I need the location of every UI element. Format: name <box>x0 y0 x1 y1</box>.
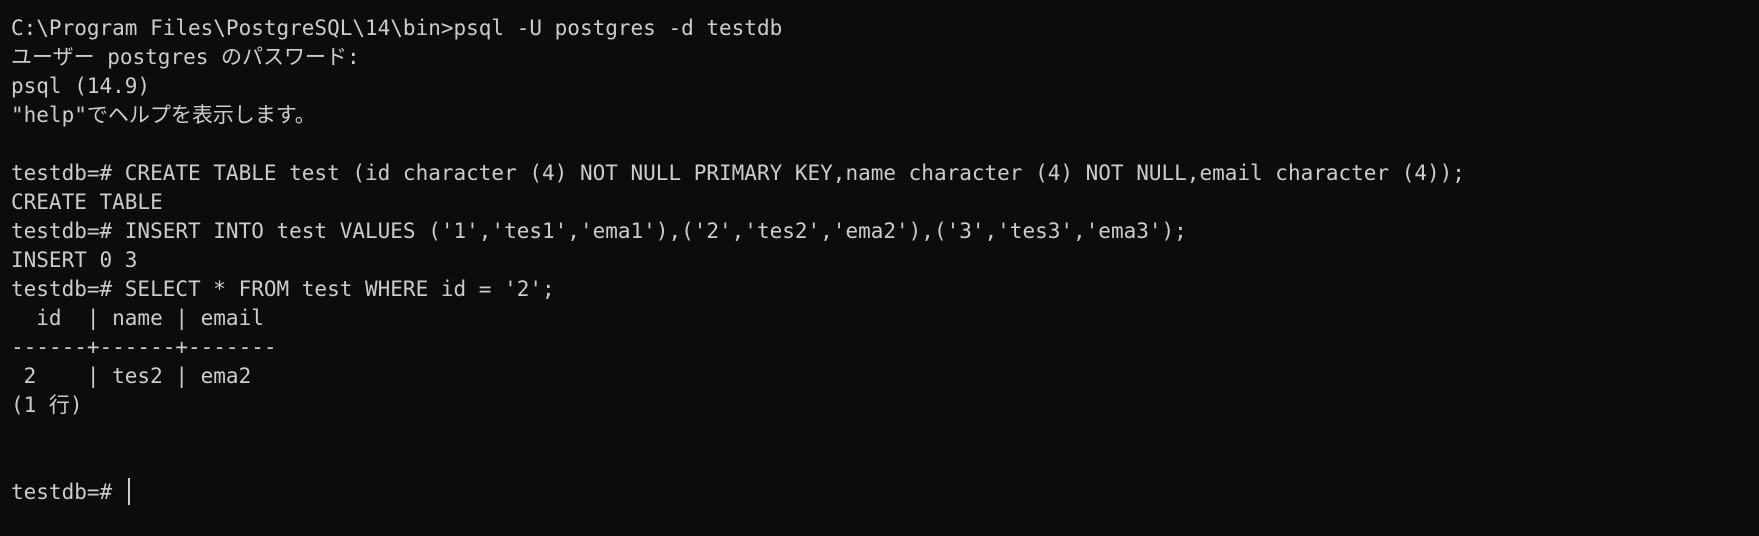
result-row: 2 | tes2 | ema2 <box>11 364 252 388</box>
insert-command: testdb=# INSERT INTO test VALUES ('1','t… <box>11 219 1187 243</box>
current-prompt-line[interactable]: testdb=# <box>11 478 1759 507</box>
insert-result: INSERT 0 3 <box>11 248 138 272</box>
command-line: C:\Program Files\PostgreSQL\14\bin>psql … <box>11 16 783 40</box>
result-header: id | name | email <box>11 306 264 330</box>
select-command: testdb=# SELECT * FROM test WHERE id = '… <box>11 277 555 301</box>
prompt-text: testdb=# <box>11 480 125 504</box>
help-hint: "help"でヘルプを表示します。 <box>11 103 316 127</box>
create-table-command: testdb=# CREATE TABLE test (id character… <box>11 161 1465 185</box>
text-cursor <box>127 478 130 505</box>
row-count: (1 行) <box>11 393 83 417</box>
result-separator: ------+------+------- <box>11 335 277 359</box>
create-table-result: CREATE TABLE <box>11 190 163 214</box>
terminal-output[interactable]: C:\Program Files\PostgreSQL\14\bin>psql … <box>0 0 1759 536</box>
psql-version: psql (14.9) <box>11 74 151 98</box>
password-prompt: ユーザー postgres のパスワード: <box>11 45 360 69</box>
